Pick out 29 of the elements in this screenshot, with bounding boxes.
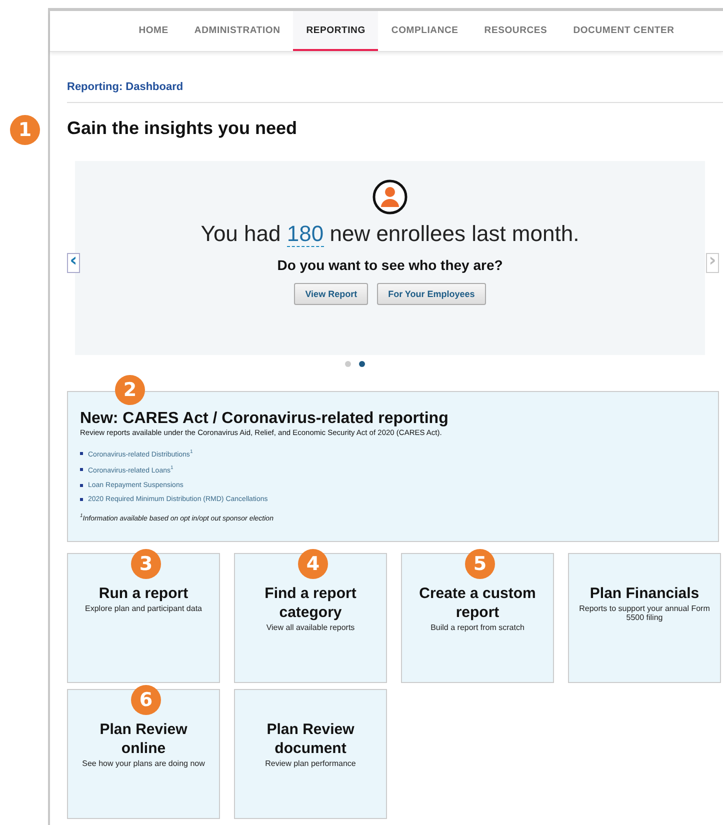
enrollees-headline: You had 180 new enrollees last month. bbox=[200, 221, 580, 247]
report-tile[interactable]: Plan Financials Reports to support your annual Form 5500 filing bbox=[568, 553, 721, 683]
nav-tab[interactable]: REPORTING bbox=[293, 11, 378, 51]
previous-button[interactable]: ‹ bbox=[67, 253, 80, 273]
carousel-button[interactable]: View Report bbox=[294, 283, 368, 305]
carousel-question: Do you want to see who they are? bbox=[277, 257, 503, 273]
nav-tab[interactable]: DOCUMENT CENTER bbox=[560, 11, 688, 51]
bullet-icon bbox=[80, 452, 83, 456]
bullet-icon bbox=[80, 484, 83, 487]
report-tile[interactable]: Plan Review document Review plan performance bbox=[234, 689, 387, 819]
callout-badge: 1 bbox=[10, 115, 40, 145]
callout-badge: 6 bbox=[131, 685, 161, 715]
bullet-icon bbox=[80, 498, 83, 501]
nav-tab[interactable]: COMPLIANCE bbox=[378, 11, 472, 51]
person-icon bbox=[372, 179, 408, 215]
callout-badge: 4 bbox=[298, 549, 328, 579]
callout-badge: 5 bbox=[465, 549, 495, 579]
carousel-button[interactable]: For Your Employees bbox=[377, 283, 486, 305]
carousel-dot[interactable] bbox=[359, 361, 365, 367]
bullet-icon bbox=[80, 468, 83, 472]
notice-title: New: CARES Act / Coronavirus-related reporting bbox=[80, 410, 450, 428]
nav-tab[interactable]: RESOURCES bbox=[471, 11, 560, 51]
callout-badge: 3 bbox=[131, 549, 161, 579]
breadcrumb-link[interactable]: Reporting: Dashboard bbox=[67, 81, 184, 93]
nav-tab[interactable]: ADMINISTRATION bbox=[181, 11, 294, 51]
carousel-dot[interactable] bbox=[345, 361, 351, 367]
page-heading: Gain the insights you need bbox=[67, 118, 298, 139]
nav-tab[interactable]: HOME bbox=[126, 11, 182, 51]
callout-badge: 2 bbox=[115, 375, 145, 405]
